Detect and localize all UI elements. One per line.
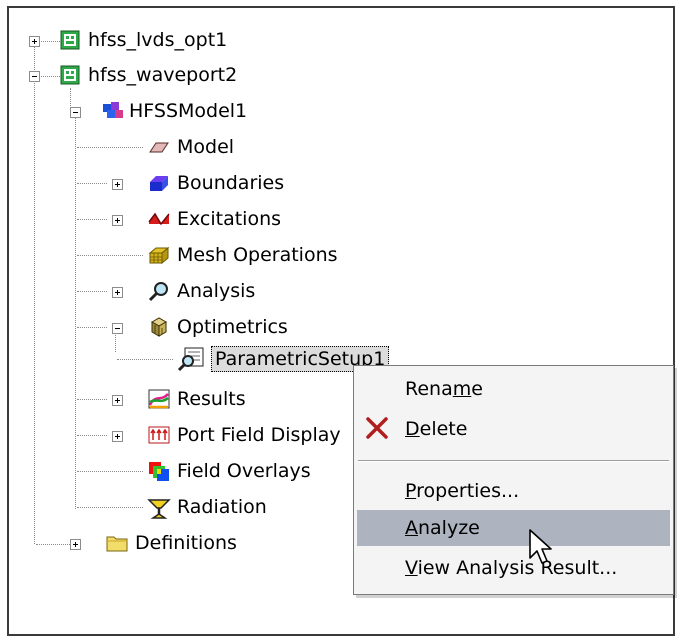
collapse-minus-icon[interactable] bbox=[112, 323, 123, 334]
expand-plus-icon[interactable] bbox=[29, 36, 40, 47]
tree-item-label: Results bbox=[177, 388, 246, 410]
label-part: roperties... bbox=[416, 480, 520, 502]
hfss-design-icon bbox=[101, 100, 123, 122]
tree-item-definitions[interactable]: Definitions bbox=[9, 529, 329, 559]
tree-item-project-hfss-waveport2[interactable]: hfss_waveport2 bbox=[9, 61, 309, 91]
label-accelerator: V bbox=[405, 557, 418, 579]
expand-plus-icon[interactable] bbox=[112, 395, 123, 406]
collapse-minus-icon[interactable] bbox=[29, 71, 40, 82]
tree-item-port-field-display[interactable]: Port Field Display bbox=[9, 421, 349, 451]
boundaries-icon bbox=[147, 172, 169, 194]
folder-icon bbox=[105, 532, 128, 554]
tree-item-results[interactable]: Results bbox=[9, 385, 329, 415]
tree-item-label: Definitions bbox=[135, 532, 237, 554]
tree-item-boundaries[interactable]: Boundaries bbox=[9, 169, 329, 199]
tree-item-optimetrics[interactable]: Optimetrics bbox=[9, 313, 329, 343]
mouse-cursor-icon bbox=[528, 528, 554, 573]
results-icon bbox=[147, 388, 170, 410]
expand-plus-icon[interactable] bbox=[112, 431, 123, 442]
tree-item-label: Port Field Display bbox=[177, 424, 341, 446]
tree-item-radiation[interactable]: Radiation bbox=[9, 493, 329, 523]
label-accelerator: D bbox=[405, 418, 420, 440]
tree-item-label: Optimetrics bbox=[177, 316, 288, 338]
menu-item-label: Properties... bbox=[405, 479, 519, 503]
parametric-setup-icon bbox=[177, 347, 204, 372]
excitations-icon bbox=[147, 208, 170, 230]
tree-item-label: Analysis bbox=[177, 280, 256, 302]
expand-plus-icon[interactable] bbox=[70, 539, 81, 550]
analysis-icon bbox=[147, 280, 169, 302]
tree-item-label: Excitations bbox=[177, 208, 282, 230]
tree-item-label: Model bbox=[177, 136, 235, 158]
field-overlays-icon bbox=[147, 460, 169, 482]
label-accelerator: m bbox=[452, 378, 472, 400]
menu-item-delete[interactable]: Delete bbox=[357, 411, 670, 447]
project-icon bbox=[59, 64, 81, 86]
label-accelerator: P bbox=[405, 480, 417, 502]
label-part: iew Analysis Result... bbox=[417, 557, 618, 579]
tree-item-analysis[interactable]: Analysis bbox=[9, 277, 329, 307]
tree-item-label: Boundaries bbox=[177, 172, 285, 194]
tree-item-label: hfss_lvds_opt1 bbox=[88, 29, 228, 51]
tree-item-label: Field Overlays bbox=[177, 460, 311, 482]
tree-item-project-hfss-lvds-opt1[interactable]: hfss_lvds_opt1 bbox=[9, 26, 309, 56]
tree-item-model[interactable]: Model bbox=[9, 133, 329, 163]
context-menu: Rename Delete Properties... Analyze View… bbox=[353, 365, 674, 595]
tree-item-label: HFSSModel1 bbox=[129, 100, 248, 122]
expand-plus-icon[interactable] bbox=[112, 179, 123, 190]
menu-separator bbox=[358, 460, 669, 462]
menu-item-label: Delete bbox=[405, 417, 467, 441]
tree-item-label: Radiation bbox=[177, 496, 267, 518]
project-icon bbox=[59, 29, 81, 51]
collapse-minus-icon[interactable] bbox=[70, 107, 81, 118]
menu-item-label: Rename bbox=[405, 377, 483, 401]
tree-item-excitations[interactable]: Excitations bbox=[9, 205, 329, 235]
label-accelerator: A bbox=[405, 517, 418, 539]
model-icon bbox=[147, 136, 169, 158]
tree-item-label: hfss_waveport2 bbox=[88, 64, 238, 86]
label-part: e bbox=[471, 378, 483, 400]
optimetrics-icon bbox=[147, 316, 169, 338]
tree-item-parametric-setup[interactable]: ParametricSetup1 bbox=[9, 345, 409, 375]
tree-item-label: Mesh Operations bbox=[177, 244, 338, 266]
menu-item-rename[interactable]: Rename bbox=[357, 371, 670, 407]
menu-item-properties[interactable]: Properties... bbox=[357, 473, 670, 509]
tree-item-mesh-operations[interactable]: Mesh Operations bbox=[9, 241, 349, 271]
tree-item-field-overlays[interactable]: Field Overlays bbox=[9, 457, 329, 487]
menu-item-label: View Analysis Result... bbox=[405, 556, 617, 580]
mesh-icon bbox=[147, 244, 170, 266]
menu-item-view-analysis-result[interactable]: View Analysis Result... bbox=[357, 550, 670, 586]
menu-item-label: Analyze bbox=[405, 516, 480, 540]
delete-icon bbox=[364, 415, 390, 446]
expand-plus-icon[interactable] bbox=[112, 215, 123, 226]
tree-item-design-hfssmodel1[interactable]: HFSSModel1 bbox=[9, 97, 329, 127]
port-field-icon bbox=[147, 424, 170, 446]
expand-plus-icon[interactable] bbox=[112, 287, 123, 298]
label-part: elete bbox=[419, 418, 468, 440]
menu-item-analyze[interactable]: Analyze bbox=[357, 510, 670, 546]
radiation-icon bbox=[147, 496, 171, 519]
label-part: nalyze bbox=[418, 517, 480, 539]
label-part: Rena bbox=[405, 378, 453, 400]
